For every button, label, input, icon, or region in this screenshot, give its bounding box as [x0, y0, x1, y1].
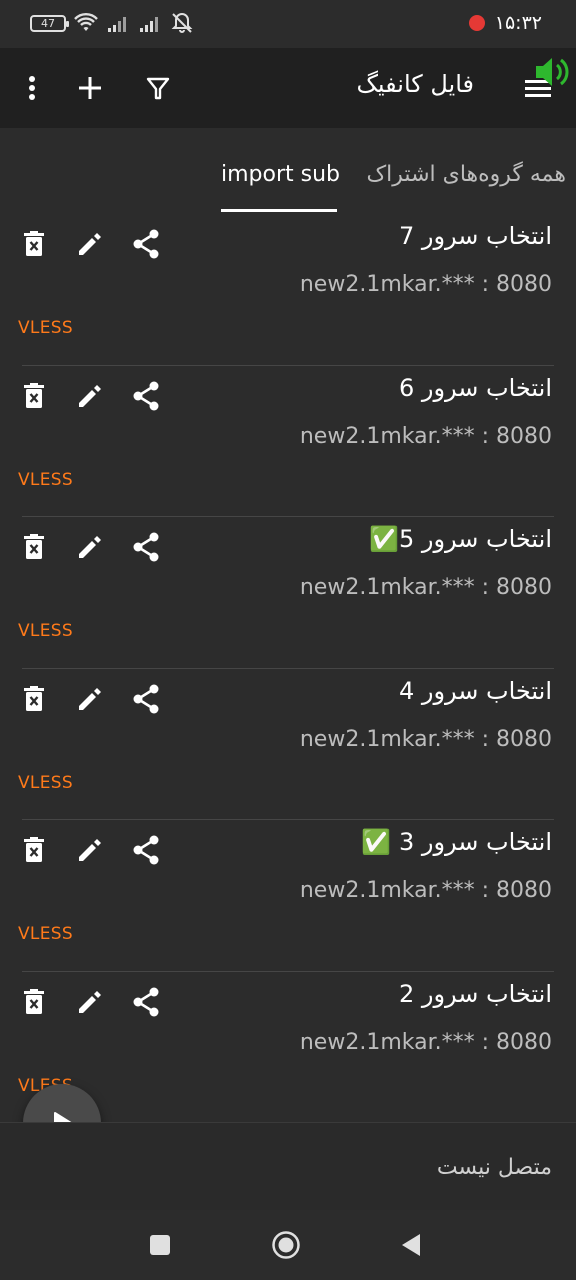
server-card[interactable]: انتخاب سرور 5✅ new2.1mkar.*** : 8080 VLESS [0, 517, 576, 669]
mute-icon [171, 13, 193, 33]
server-protocol: VLESS [18, 772, 73, 793]
server-name: انتخاب سرور 2 [398, 979, 552, 1008]
edit-icon[interactable] [72, 982, 108, 1022]
tab-all-groups[interactable]: همه گروه‌های اشتراک [366, 162, 566, 187]
server-name: انتخاب سرور 7 [398, 222, 552, 250]
system-nav-bar [0, 1210, 576, 1280]
server-protocol: VLESS [18, 924, 73, 944]
delete-icon[interactable] [16, 224, 52, 264]
edit-icon[interactable] [72, 224, 108, 264]
card-actions [16, 224, 164, 264]
delete-icon[interactable] [16, 982, 52, 1022]
server-name: انتخاب سرور 4 [398, 676, 552, 705]
server-protocol: VLESS [18, 621, 73, 641]
delete-icon[interactable] [16, 830, 52, 870]
share-icon[interactable] [128, 830, 164, 870]
home-icon[interactable] [269, 1228, 303, 1262]
edit-icon[interactable] [72, 376, 108, 416]
server-list: انتخاب سرور 7 new2.1mkar.*** : 8080 VLESS ا… [0, 214, 576, 1123]
add-icon[interactable] [70, 68, 110, 108]
server-address: new2.1mkar.*** : 8080 [299, 726, 552, 752]
page-title: فایل کانفیگ [356, 70, 474, 98]
status-bar: 47 ۱۵:۳۲ [0, 0, 576, 48]
clock: ۱۵:۳۲ [494, 12, 542, 34]
server-address: new2.1mkar.*** : 8080 [299, 878, 552, 903]
card-actions [16, 830, 164, 870]
share-icon[interactable] [128, 679, 164, 719]
connection-status: متصل نیست [436, 1155, 552, 1180]
wifi-icon [74, 13, 98, 31]
connection-status-bar[interactable]: متصل نیست [0, 1122, 576, 1210]
app-toolbar: فایل کانفیگ [0, 48, 576, 128]
recording-icon [468, 15, 485, 31]
server-address: new2.1mkar.*** : 8080 [299, 575, 552, 600]
server-protocol: VLESS [18, 318, 73, 338]
server-card[interactable]: انتخاب سرور 6 new2.1mkar.*** : 8080 VLESS [0, 366, 576, 517]
share-icon[interactable] [128, 376, 164, 416]
tab-bar: import sub همه گروه‌های اشتراک [0, 128, 576, 214]
more-vert-icon[interactable] [12, 68, 52, 108]
signal-icon [108, 17, 126, 32]
server-protocol: VLESS [18, 469, 73, 490]
filter-icon[interactable] [138, 68, 178, 108]
tab-import-sub[interactable]: import sub [221, 162, 340, 187]
server-name: انتخاب سرور 5✅ [369, 525, 552, 553]
server-address: new2.1mkar.*** : 8080 [299, 1029, 552, 1055]
server-address: new2.1mkar.*** : 8080 [299, 272, 552, 297]
server-name: انتخاب سرور 6 [398, 373, 552, 402]
card-actions [16, 982, 164, 1022]
card-actions [16, 527, 164, 567]
delete-icon[interactable] [16, 527, 52, 567]
signal-icon [140, 17, 158, 32]
battery-icon: 47 [30, 14, 69, 32]
delete-icon[interactable] [16, 679, 52, 719]
back-icon[interactable] [394, 1228, 428, 1262]
server-card[interactable]: انتخاب سرور 7 new2.1mkar.*** : 8080 VLESS [0, 214, 576, 366]
recents-icon[interactable] [143, 1228, 177, 1262]
card-actions [16, 376, 164, 416]
tab-indicator [221, 209, 337, 212]
share-icon[interactable] [128, 527, 164, 567]
speaker-icon [536, 58, 569, 86]
share-icon[interactable] [128, 224, 164, 264]
card-actions [16, 679, 164, 719]
delete-icon[interactable] [16, 376, 52, 416]
edit-icon[interactable] [72, 679, 108, 719]
server-address: new2.1mkar.*** : 8080 [299, 423, 552, 449]
share-icon[interactable] [128, 982, 164, 1022]
server-card[interactable]: انتخاب سرور 3 ✅ new2.1mkar.*** : 8080 VLES… [0, 820, 576, 972]
edit-icon[interactable] [72, 830, 108, 870]
server-card[interactable]: انتخاب سرور 4 new2.1mkar.*** : 8080 VLESS [0, 669, 576, 820]
edit-icon[interactable] [72, 527, 108, 567]
server-name: انتخاب سرور 3 ✅ [361, 828, 552, 856]
